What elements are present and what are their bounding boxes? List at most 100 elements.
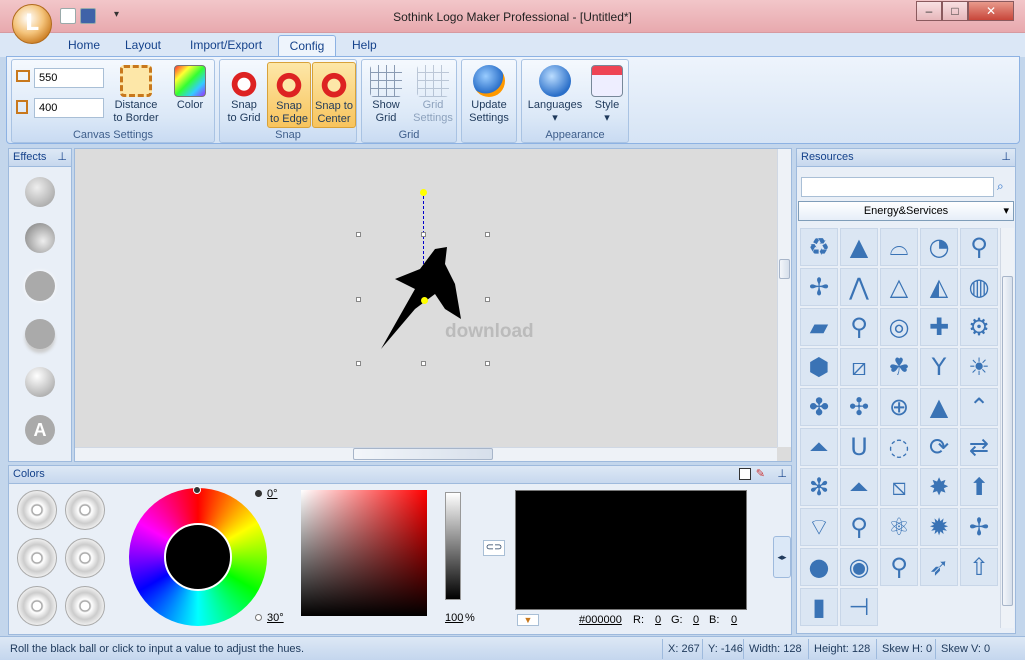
languages-button[interactable]: Languages ▾ [524,62,586,128]
recycle-icon[interactable]: ♻ [800,228,838,266]
antenna-icon[interactable]: ⚲ [960,228,998,266]
sun-icon[interactable]: ✹ [920,508,958,546]
effect-reflection[interactable] [25,319,55,349]
up-box-icon[interactable]: ⏶ [840,468,878,506]
alpha-slider[interactable] [445,492,461,600]
collapse-panel-icon[interactable]: ◂▸ [773,536,791,578]
hex-value[interactable]: #000000 [579,614,622,626]
bulb-icon[interactable]: ⚲ [840,308,878,346]
fill-style-swatch[interactable] [17,586,57,626]
up-arrow-box-icon[interactable]: ⬆ [960,468,998,506]
mountain-icon[interactable]: ▲ [840,228,878,266]
bomb2-icon[interactable]: ◉ [840,548,878,586]
dot-ring-icon[interactable]: ◌ [880,428,918,466]
link-icon[interactable]: ⊂⊃ [483,540,505,556]
pin-icon[interactable]: ⊥ [777,466,787,483]
fill-style-swatch[interactable] [17,490,57,530]
app-menu-button[interactable]: L [12,4,52,44]
resize-handle[interactable] [485,361,490,366]
trefoil2-icon[interactable]: ⚛ [880,508,918,546]
hue-angle-value[interactable]: 0° [267,488,278,500]
triangle-lines-icon[interactable]: ⋀ [840,268,878,306]
canvas-width-input[interactable]: 550 [34,68,104,88]
fill-style-swatch-selected[interactable] [65,538,105,578]
pin-icon[interactable]: ⚲ [880,548,918,586]
resize-handle[interactable] [485,232,490,237]
effect-gloss[interactable] [25,367,55,397]
resize-handle[interactable] [421,232,426,237]
fill-style-swatch[interactable] [17,538,57,578]
trefoil-icon[interactable]: ☘ [880,348,918,386]
close-button[interactable]: ✕ [968,1,1014,21]
pin-icon[interactable]: ⊥ [1001,149,1011,166]
circle-cross-icon[interactable]: ⊕ [880,388,918,426]
effect-text-icon[interactable]: A [25,415,55,445]
effect-inner-shadow[interactable] [25,223,55,253]
resize-handle[interactable] [356,232,361,237]
explosion-icon[interactable]: ✸ [920,468,958,506]
effect-glow[interactable] [25,271,55,301]
satellite-dish-icon[interactable]: ◔ [920,228,958,266]
r-value[interactable]: 0 [655,614,661,626]
sunburst-icon[interactable]: ☀ [960,348,998,386]
no-color-swatch[interactable] [739,468,751,480]
resize-handle[interactable] [356,297,361,302]
radar-dish-icon[interactable]: ⌓ [880,228,918,266]
minimize-button[interactable]: – [916,1,942,21]
tab-help[interactable]: Help [342,35,386,57]
turbine-icon[interactable]: ✢ [960,508,998,546]
roof-icon[interactable]: ⌃ [960,388,998,426]
parallelogram-icon[interactable]: ▰ [800,308,838,346]
capsule-icon[interactable]: ▮ [800,588,838,626]
fill-style-swatch[interactable] [65,490,105,530]
fan-icon[interactable]: ✢ [800,268,838,306]
hue-ball-handle[interactable] [193,486,201,494]
update-settings-button[interactable]: Update Settings [464,62,514,128]
pyramid-icon[interactable]: △ [880,268,918,306]
b-value[interactable]: 0 [731,614,737,626]
sail-icon[interactable]: ◭ [920,268,958,306]
triangle-icon[interactable]: ▲ [920,388,958,426]
blob-icon[interactable]: ⬢ [800,348,838,386]
shuttle-icon[interactable]: ⇧ [960,548,998,586]
wheel-angle-value[interactable]: 30° [267,612,284,624]
gear-icon[interactable]: ⚙ [960,308,998,346]
cross-icon[interactable]: ✚ [920,308,958,346]
preview-dropdown-icon[interactable]: ▼ [517,614,539,626]
center-point[interactable] [421,297,428,304]
rocket-icon[interactable]: ➶ [920,548,958,586]
cross-dots-icon[interactable]: ✣ [840,388,878,426]
cannon-icon[interactable]: ⊣ [840,588,878,626]
resources-vertical-scrollbar[interactable] [1000,228,1014,628]
show-grid-button[interactable]: Show Grid [364,62,408,128]
refresh-icon[interactable]: ⟳ [920,428,958,466]
saturation-value-picker[interactable] [301,490,427,616]
category-dropdown[interactable]: Energy&Services ▾ [798,201,1014,221]
maximize-button[interactable]: □ [942,1,968,21]
y-shape-icon[interactable]: Y [920,348,958,386]
style-button[interactable]: Style ▾ [586,62,628,128]
lightbulb2-icon[interactable]: ⚲ [840,508,878,546]
canvas-horizontal-scrollbar[interactable] [75,447,777,461]
hue-wheel[interactable] [129,486,267,626]
snap-to-grid-button[interactable]: Snap to Grid [222,62,266,128]
grid-settings-button[interactable]: Grid Settings [410,62,456,128]
tab-config[interactable]: Config [278,35,336,57]
g-value[interactable]: 0 [693,614,699,626]
sphere-icon[interactable]: ◍ [960,268,998,306]
diag-box-icon[interactable]: ⧅ [880,468,918,506]
resource-search-input[interactable] [801,177,994,197]
canvas-color-button[interactable]: Color [168,62,212,128]
tab-layout[interactable]: Layout [114,35,172,57]
search-icon[interactable]: ⌕ [997,179,1004,194]
eyedropper-icon[interactable]: ✎ [756,466,765,483]
resize-handle[interactable] [356,361,361,366]
effect-bevel[interactable] [25,177,55,207]
spiral-icon[interactable]: ◎ [880,308,918,346]
rotation-handle[interactable] [420,189,427,196]
dish-icon[interactable]: ⌔ [800,508,838,546]
pin-icon[interactable]: ⊥ [57,149,67,166]
windmill-icon[interactable]: ✻ [800,468,838,506]
house-tri-icon[interactable]: ⏶ [800,428,838,466]
snap-to-edge-button[interactable]: Snap to Edge [267,62,311,128]
